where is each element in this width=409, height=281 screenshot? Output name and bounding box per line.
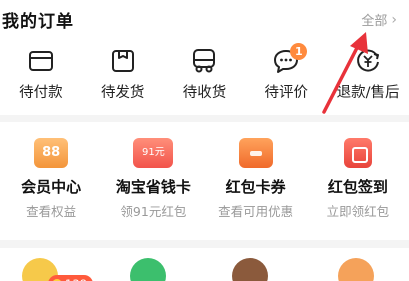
truck-icon: [193, 49, 216, 73]
avatar-icon[interactable]: [232, 258, 268, 281]
order-pending-receipt[interactable]: 待收货: [164, 43, 246, 105]
saving-card-sub: 领91元红包: [120, 204, 187, 219]
coupons-name: 红包卡券: [225, 178, 286, 196]
orders-title: 我的订单: [2, 12, 74, 32]
red-packet-icon: [343, 138, 372, 168]
saving-card-name: 淘宝省钱卡: [115, 178, 191, 196]
services-card: 88 会员中心 查看权益 91元 淘宝省钱卡 领91元红包 红包卡券 查看可用优…: [0, 122, 409, 240]
refund-icon: [357, 49, 380, 72]
order-pending-shipment-label: 待发货: [100, 85, 145, 101]
review-count-badge: 1: [290, 43, 308, 60]
red-packet-signin-name: 红包签到: [327, 178, 388, 196]
red-packet-signin[interactable]: 红包签到 立即领红包: [307, 138, 409, 228]
bottom-card: 138: [0, 248, 409, 281]
coin-count-badge: 138: [48, 275, 93, 281]
all-orders-label: 全部: [361, 14, 388, 29]
orders-header: 我的订单 全部 ›: [0, 7, 409, 33]
order-pending-review-label: 待评价: [264, 85, 309, 101]
chevron-right-icon: ›: [391, 11, 397, 28]
order-pending-payment-label: 待付款: [19, 85, 63, 101]
coupons-sub: 查看可用优惠: [218, 204, 294, 219]
services-row: 88 会员中心 查看权益 91元 淘宝省钱卡 领91元红包 红包卡券 查看可用优…: [0, 138, 409, 228]
order-refund[interactable]: 退款/售后: [327, 43, 409, 105]
bottom-icons-row: 138: [0, 258, 409, 281]
member-center[interactable]: 88 会员中心 查看权益: [0, 138, 102, 228]
order-refund-label: 退款/售后: [336, 85, 400, 101]
coin-count: 138: [65, 275, 87, 281]
coupon-icon: [238, 138, 273, 168]
comment-icon-wrap: 1: [271, 43, 308, 75]
order-pending-receipt-label: 待收货: [182, 85, 227, 101]
member-center-sub: 查看权益: [26, 204, 77, 219]
orders-card: 我的订单 全部 › 待付款 待发货 待收货 1 待评价 退款/售后: [0, 0, 409, 115]
all-orders-link[interactable]: 全部 ›: [361, 10, 397, 30]
green-app-icon[interactable]: [130, 258, 166, 281]
saving-card-icon: 91元: [133, 138, 174, 168]
orange-app-icon[interactable]: [338, 258, 374, 281]
red-packet-signin-sub: 立即领红包: [326, 204, 390, 219]
order-pending-review[interactable]: 1 待评价: [245, 43, 327, 105]
package-icon: [111, 50, 134, 72]
order-pending-shipment[interactable]: 待发货: [82, 43, 164, 105]
coupons[interactable]: 红包卡券 查看可用优惠: [205, 138, 307, 228]
saving-card[interactable]: 91元 淘宝省钱卡 领91元红包: [102, 138, 204, 228]
order-status-row: 待付款 待发货 待收货 1 待评价 退款/售后: [0, 43, 409, 105]
order-pending-payment[interactable]: 待付款: [0, 43, 82, 105]
vip-88-icon: 88: [34, 138, 69, 168]
member-center-name: 会员中心: [21, 178, 82, 196]
wallet-icon: [28, 51, 53, 71]
